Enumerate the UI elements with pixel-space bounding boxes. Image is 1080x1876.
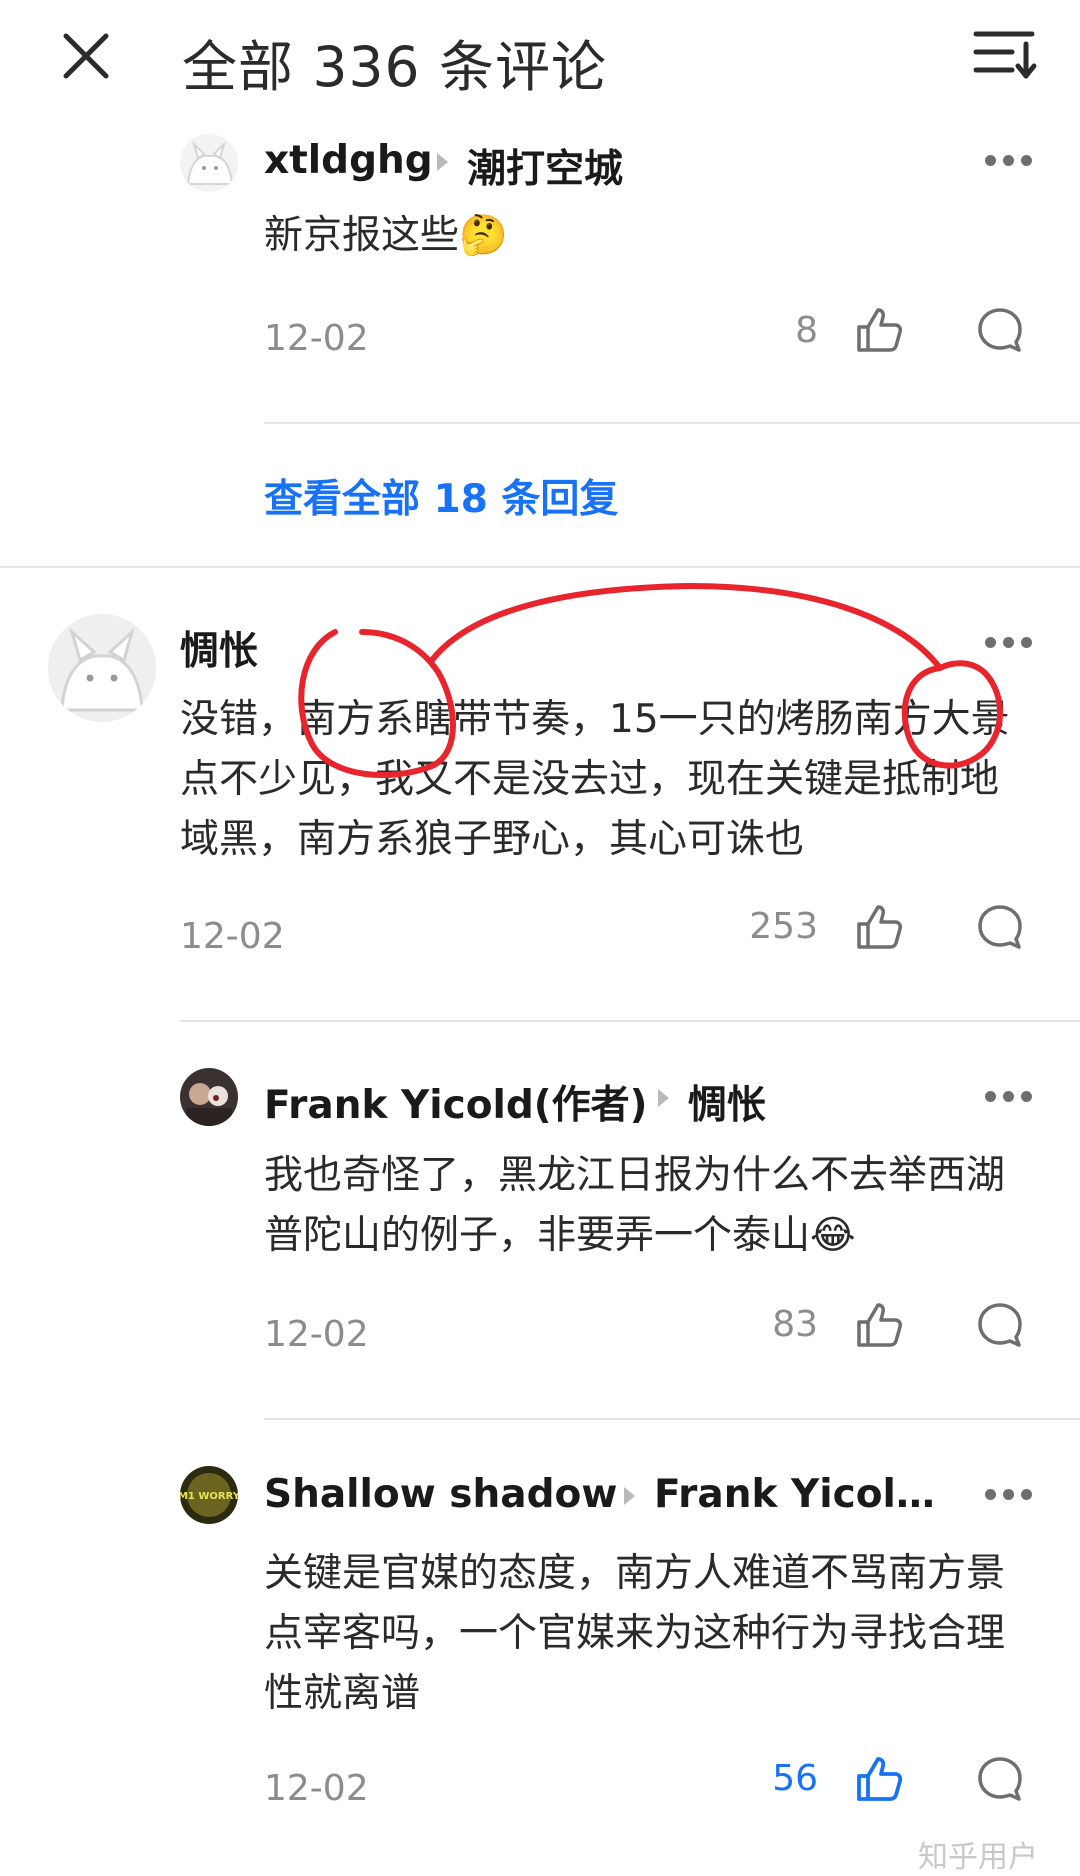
- reply-comment-icon[interactable]: [975, 902, 1025, 952]
- avatar[interactable]: M1 WORRY: [180, 1466, 238, 1524]
- avatar[interactable]: [48, 614, 156, 722]
- divider: [264, 1418, 1080, 1420]
- avatar[interactable]: [180, 134, 238, 192]
- more-icon[interactable]: [983, 1084, 1035, 1110]
- like-icon[interactable]: [854, 1300, 904, 1350]
- like-count: 8: [795, 310, 818, 351]
- reply-comment-icon[interactable]: [975, 305, 1025, 355]
- comment-date: 12-02: [180, 916, 285, 957]
- section-divider: [0, 566, 1080, 568]
- reply-arrow-icon: [658, 1089, 669, 1107]
- comment-date: 12-02: [264, 1314, 369, 1355]
- comment-date: 12-02: [264, 1768, 369, 1809]
- view-all-replies-link[interactable]: 查看全部 18 条回复: [264, 468, 618, 524]
- comment-text: 我也奇怪了，黑龙江日报为什么不去举西湖普陀山的例子，非要弄一个泰山😂: [264, 1153, 1006, 1258]
- reply-arrow-icon: [624, 1487, 635, 1505]
- close-icon[interactable]: [56, 26, 116, 86]
- sort-icon[interactable]: [968, 22, 1040, 84]
- divider: [264, 422, 1080, 424]
- like-count: 56: [772, 1758, 818, 1799]
- comment-username[interactable]: 惆怅: [180, 620, 258, 676]
- reply-arrow-icon: [437, 153, 448, 171]
- like-icon-active[interactable]: [854, 1754, 904, 1804]
- like-count: 83: [772, 1304, 818, 1345]
- comment-date: 12-02: [264, 318, 369, 359]
- comment-username[interactable]: xtldghg: [264, 138, 433, 183]
- header-bar: 全部 336 条评论: [0, 0, 1080, 110]
- reply-target-username[interactable]: Frank Yicol…: [654, 1472, 935, 1517]
- comment-text: 没错，南方系瞎带节奏，15一只的烤肠南方大景点不少见，我又不是没去过，现在关键是…: [180, 697, 1010, 862]
- reply-comment-icon[interactable]: [975, 1300, 1025, 1350]
- page-title: 全部 336 条评论: [182, 35, 607, 99]
- like-icon[interactable]: [854, 305, 904, 355]
- more-icon[interactable]: [983, 148, 1035, 174]
- comment-username[interactable]: Frank Yicold(作者): [264, 1074, 647, 1130]
- comment-text: 新京报这些🤔: [264, 213, 508, 258]
- reply-target-username[interactable]: 惆怅: [688, 1074, 766, 1130]
- watermark: 知乎用户: [918, 1840, 1038, 1875]
- like-icon[interactable]: [854, 902, 904, 952]
- divider: [180, 1020, 1080, 1022]
- like-count: 253: [749, 906, 818, 947]
- avatar[interactable]: [180, 1068, 238, 1126]
- comment-username[interactable]: Shallow shadow: [264, 1472, 617, 1517]
- more-icon[interactable]: [983, 630, 1035, 656]
- avatar-text: M1 WORRY: [180, 1491, 238, 1502]
- reply-target-username[interactable]: 潮打空城: [467, 138, 623, 194]
- comment-text: 关键是官媒的态度，南方人难道不骂南方景点宰客吗，一个官媒来为这种行为寻找合理性就…: [264, 1551, 1006, 1716]
- reply-comment-icon[interactable]: [975, 1754, 1025, 1804]
- more-icon[interactable]: [983, 1482, 1035, 1508]
